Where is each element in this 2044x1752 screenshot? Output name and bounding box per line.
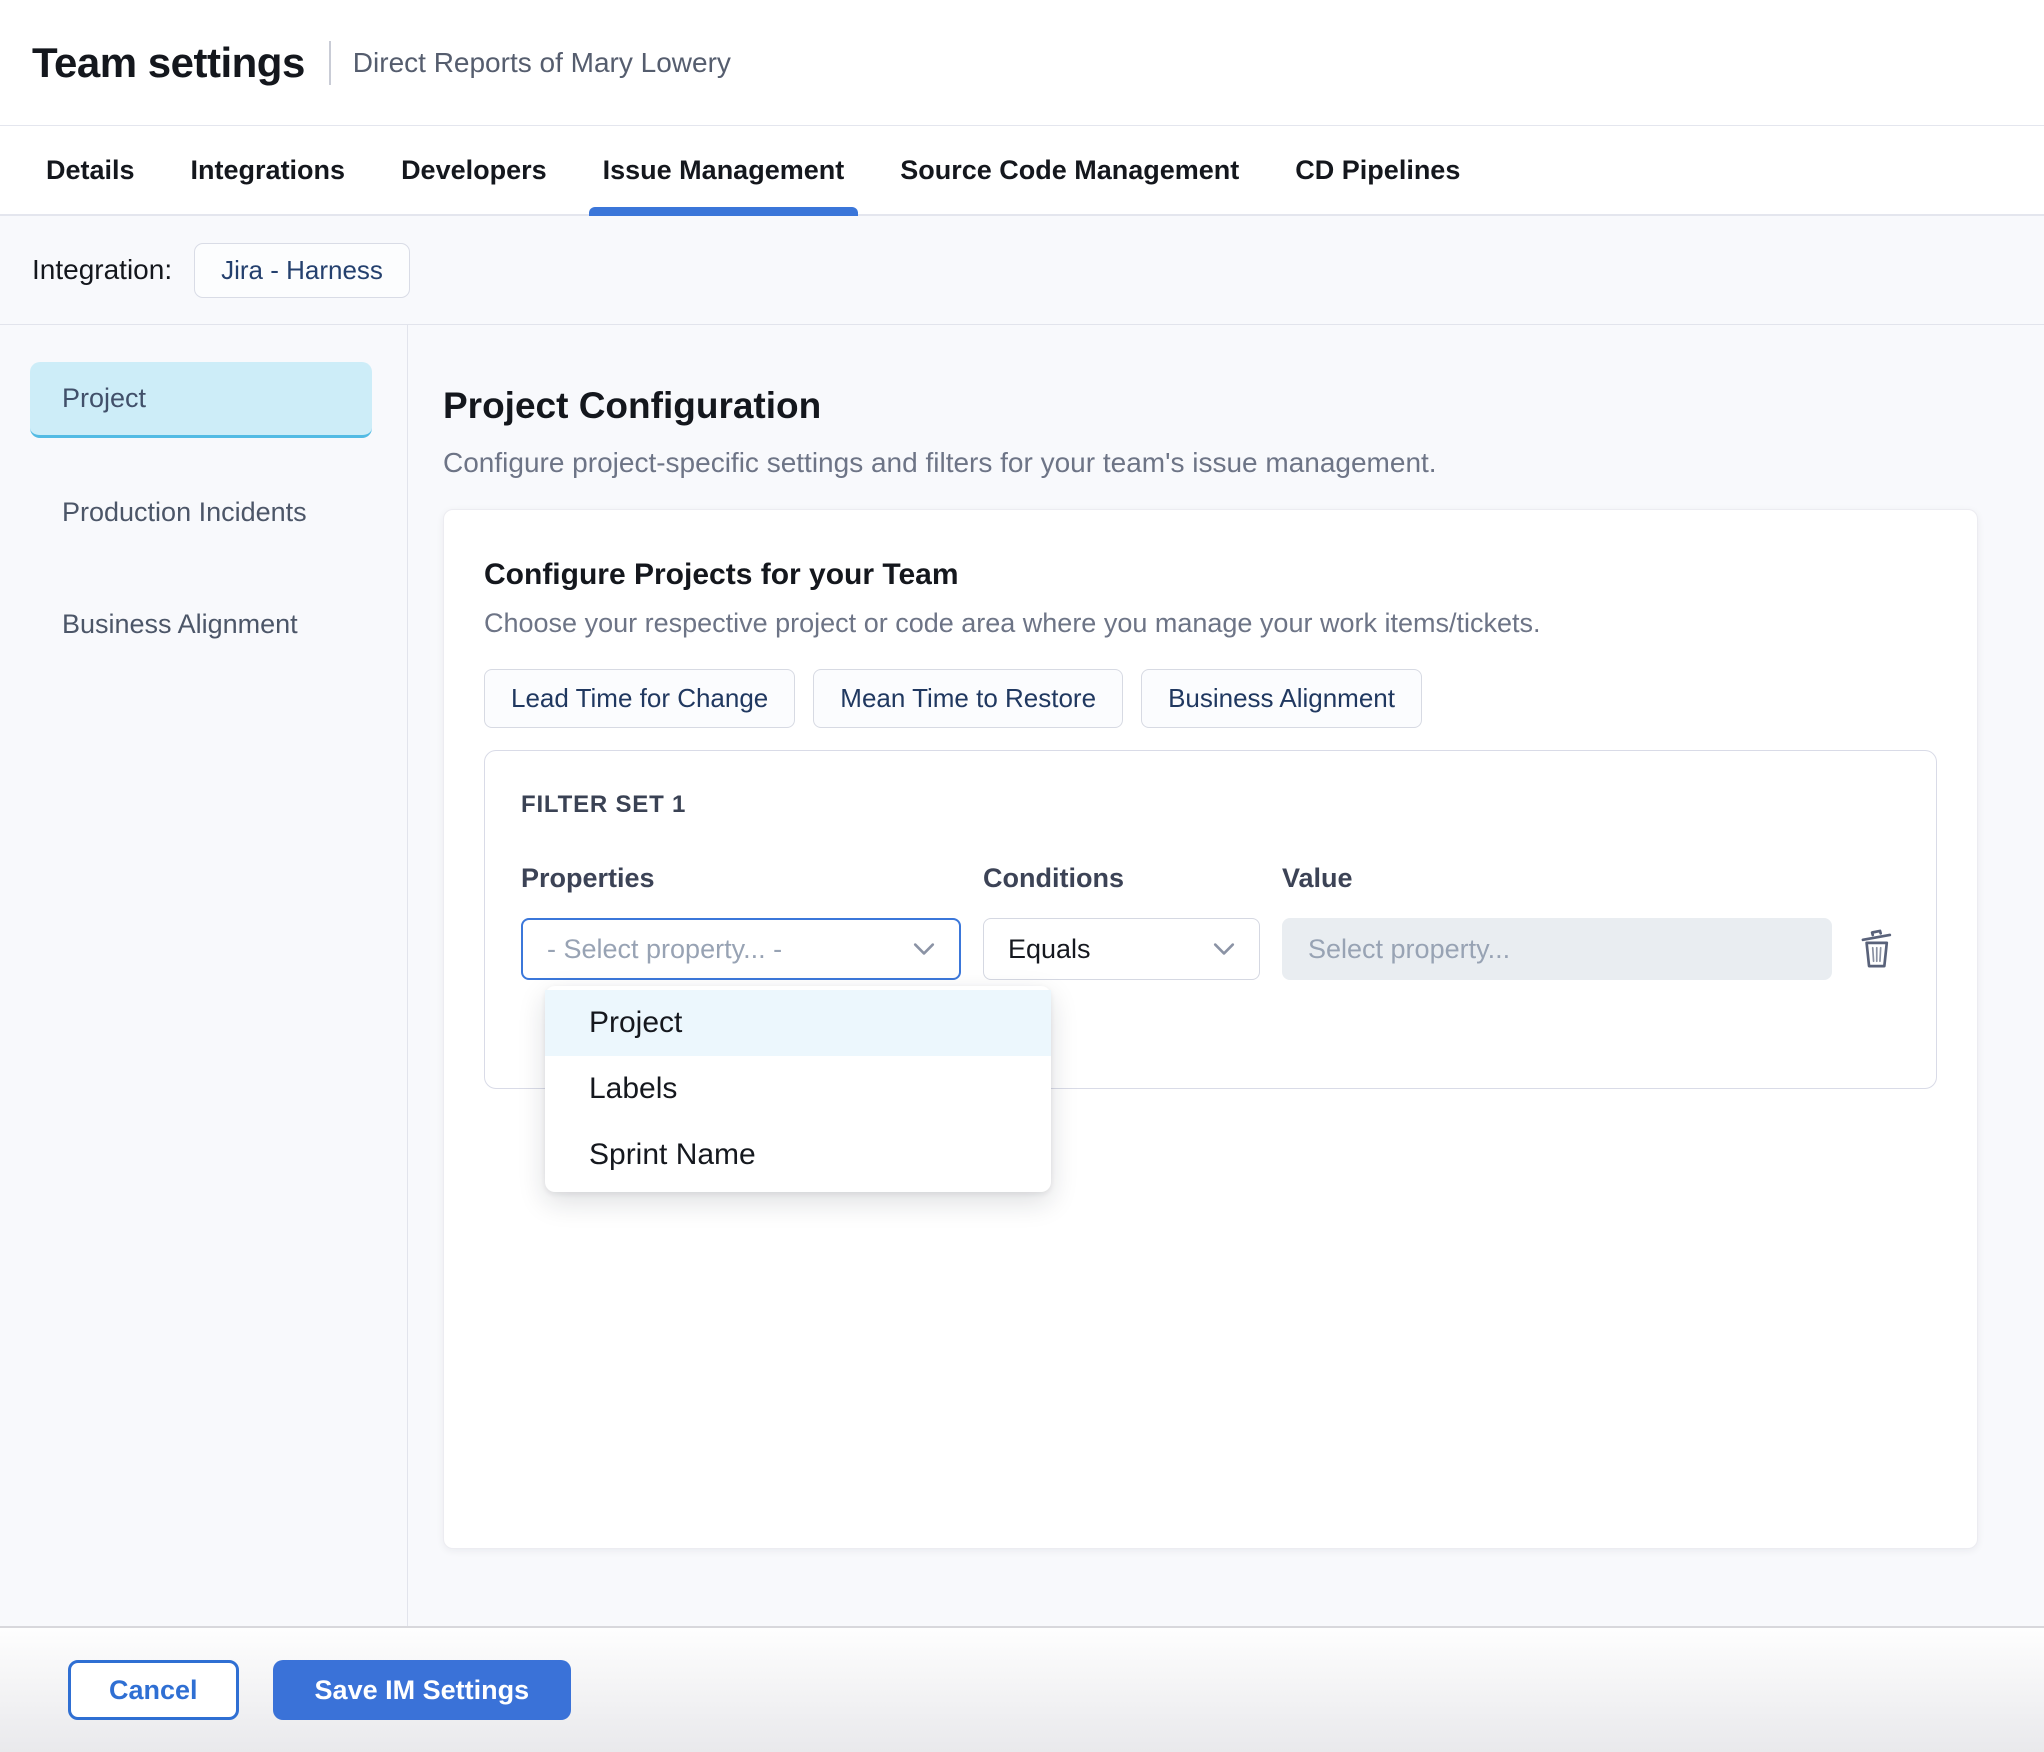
- delete-filter-button[interactable]: [1854, 924, 1900, 974]
- chip-lead-time-for-change[interactable]: Lead Time for Change: [484, 669, 796, 728]
- properties-column-label: Properties: [521, 863, 655, 893]
- integration-chip[interactable]: Jira - Harness: [194, 242, 410, 298]
- value-column-label: Value: [1282, 863, 1353, 893]
- sidebar-item-business-alignment[interactable]: Business Alignment: [30, 586, 372, 662]
- cancel-button[interactable]: Cancel: [68, 1660, 239, 1720]
- page-header: Team settings Direct Reports of Mary Low…: [0, 0, 2044, 126]
- tab-issue-management[interactable]: Issue Management: [588, 126, 859, 216]
- chip-business-alignment[interactable]: Business Alignment: [1141, 669, 1422, 728]
- trash-icon: [1861, 929, 1892, 968]
- page-title: Team settings: [32, 38, 305, 86]
- chevron-down-icon: [913, 943, 935, 955]
- tab-bar: Details Integrations Developers Issue Ma…: [0, 126, 2044, 216]
- sidebar-item-label: Production Incidents: [62, 496, 307, 527]
- tab-integrations[interactable]: Integrations: [191, 126, 346, 214]
- dropdown-option-project[interactable]: Project: [545, 990, 1051, 1056]
- filter-set-title: FILTER SET 1: [521, 791, 687, 818]
- card-subtitle: Choose your respective project or code a…: [484, 608, 1541, 638]
- sidebar-item-production-incidents[interactable]: Production Incidents: [30, 474, 372, 550]
- tab-developers[interactable]: Developers: [401, 126, 547, 214]
- tab-source-code-management[interactable]: Source Code Management: [900, 126, 1239, 214]
- conditions-column-label: Conditions: [983, 863, 1124, 893]
- property-dropdown: Project Labels Sprint Name: [545, 986, 1051, 1192]
- filter-set-1: FILTER SET 1 Properties Conditions Value…: [484, 750, 1937, 1192]
- tab-label: Source Code Management: [900, 154, 1240, 185]
- dropdown-option-sprint-name[interactable]: Sprint Name: [545, 1122, 1051, 1188]
- filter-grid: Properties Conditions Value - Select pro…: [521, 863, 1900, 1192]
- tab-details[interactable]: Details: [46, 126, 135, 214]
- chip-mean-time-to-restore[interactable]: Mean Time to Restore: [813, 669, 1124, 728]
- tab-label: Issue Management: [602, 154, 845, 185]
- dropdown-option-labels[interactable]: Labels: [545, 1056, 1051, 1122]
- property-select[interactable]: - Select property... -: [521, 918, 961, 980]
- section-description: Configure project-specific settings and …: [443, 447, 1437, 478]
- tab-label: CD Pipelines: [1295, 154, 1461, 185]
- sidebar-item-label: Business Alignment: [62, 608, 298, 639]
- tab-label: Details: [46, 154, 135, 185]
- content-area: Project Production Incidents Business Al…: [0, 325, 2044, 1626]
- chevron-down-icon: [1213, 943, 1235, 955]
- active-tab-indicator: [588, 207, 859, 216]
- condition-select[interactable]: Equals: [983, 918, 1260, 980]
- footer-action-bar: Cancel Save IM Settings: [0, 1626, 2044, 1752]
- configure-projects-card: Configure Projects for your Team Choose …: [443, 509, 1978, 1549]
- tab-label: Developers: [401, 154, 547, 185]
- integration-label: Integration:: [32, 254, 173, 285]
- tab-label: Integrations: [190, 154, 346, 185]
- card-title: Configure Projects for your Team: [484, 558, 959, 591]
- page-subtitle: Direct Reports of Mary Lowery: [352, 46, 731, 78]
- sidebar-item-project[interactable]: Project: [30, 362, 372, 438]
- integration-row: Integration: Jira - Harness: [0, 216, 2044, 325]
- tab-cd-pipelines[interactable]: CD Pipelines: [1295, 126, 1460, 214]
- metric-chips: Lead Time for Change Mean Time to Restor…: [484, 669, 1937, 728]
- property-select-wrapper: - Select property... - Project Labels Sp…: [521, 918, 1051, 1192]
- title-divider: [328, 40, 331, 85]
- main-panel: Project Configuration Configure project-…: [408, 325, 2044, 1626]
- section-heading: Project Configuration: [443, 385, 822, 426]
- property-select-placeholder: - Select property... -: [547, 933, 783, 964]
- save-im-settings-button[interactable]: Save IM Settings: [272, 1660, 572, 1720]
- condition-select-value: Equals: [1008, 933, 1091, 964]
- value-input[interactable]: [1282, 918, 1832, 980]
- sidebar-item-label: Project: [62, 383, 147, 413]
- sidebar: Project Production Incidents Business Al…: [0, 325, 408, 1626]
